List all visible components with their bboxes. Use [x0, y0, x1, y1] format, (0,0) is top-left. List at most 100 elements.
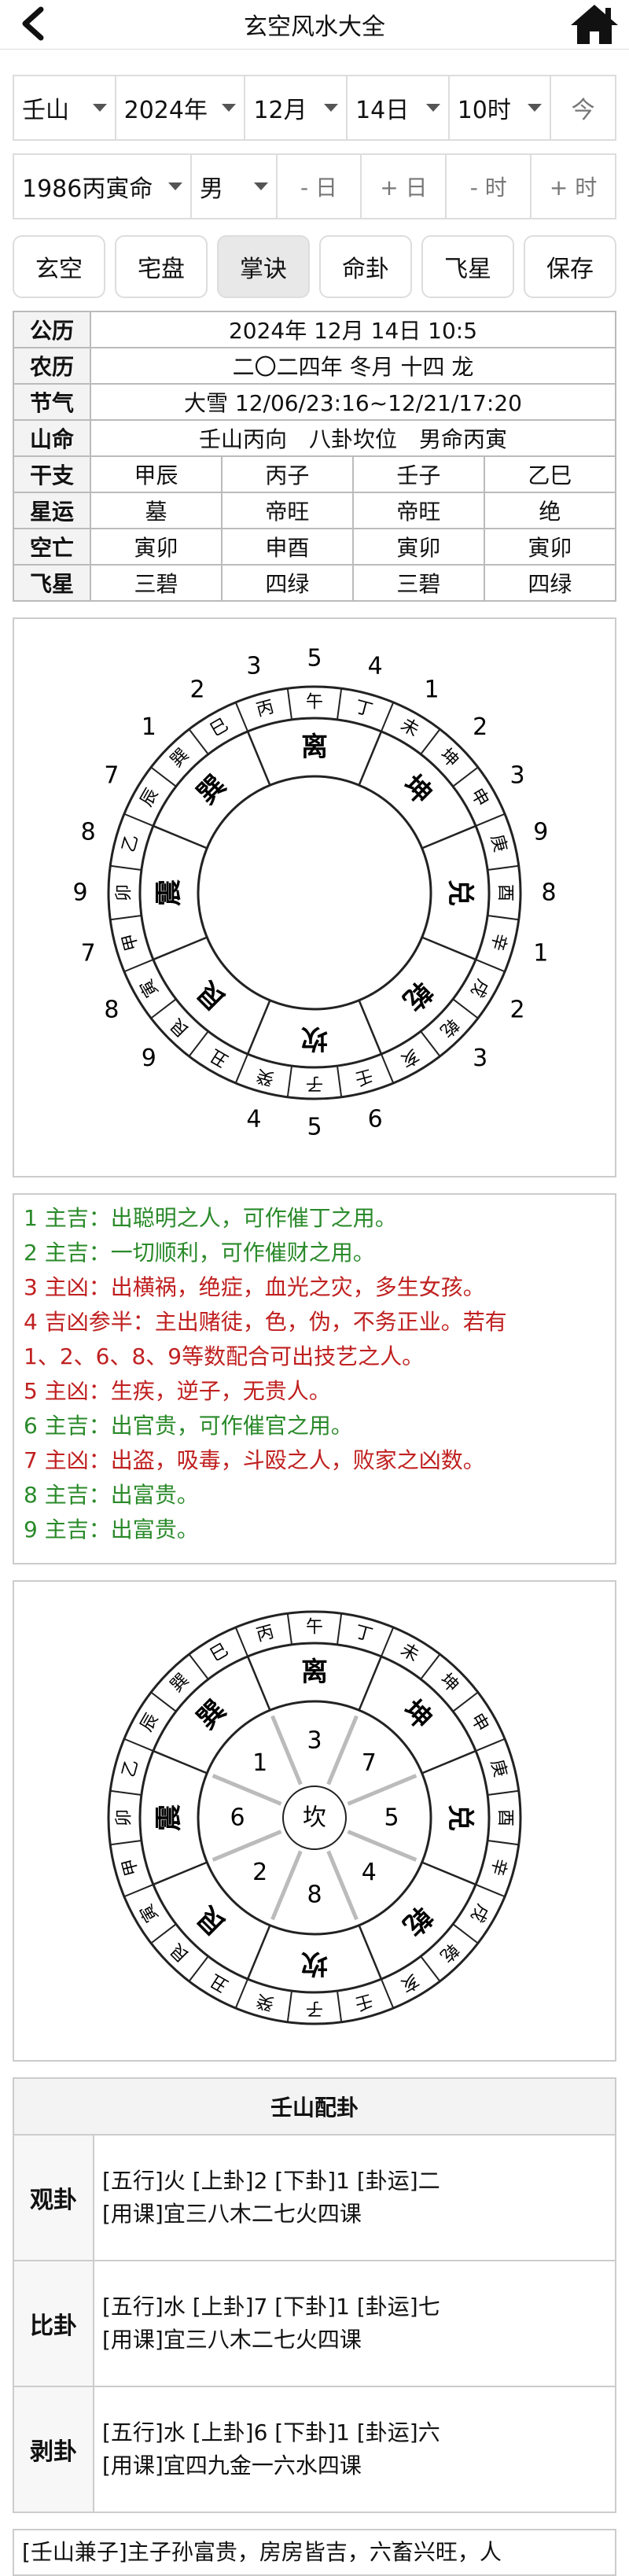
trigram-divider: [358, 731, 383, 786]
mountain-label: 寅: [137, 975, 163, 1001]
gua-line: [用课]宜三八木二七火四课: [102, 2201, 362, 2227]
feixing-cell: 三碧: [351, 564, 485, 602]
mountain-divider: [452, 1923, 479, 1944]
outer-number: 8: [541, 879, 556, 907]
table-row: 空亡 寅卯 申酉 寅卯 寅卯: [13, 528, 617, 566]
mountain-label: 乾: [436, 1939, 462, 1965]
reading-line: 7 主凶：出盗，吸毒，斗殴之人，败家之凶数。: [24, 1447, 485, 1473]
trigram-divider: [358, 1656, 383, 1711]
trigram-label: 艮: [190, 975, 232, 1016]
mountain-divider: [188, 728, 209, 755]
month-select[interactable]: 12月: [245, 76, 348, 139]
outer-number: 2: [510, 997, 525, 1024]
mountain-label: 丑: [207, 1045, 232, 1071]
mountain-label: 壬: [353, 1065, 375, 1089]
mountain-label: 癸: [254, 1990, 276, 2014]
gua-line: [五行]火 [上卦]2 [下卦]1 [卦运]二: [102, 2168, 440, 2194]
mountain-label: 亥: [397, 1970, 422, 1996]
inner-spoke: [326, 1715, 359, 1786]
mountain-divider: [188, 1955, 209, 1982]
hour-minus-button[interactable]: - 时: [447, 155, 532, 218]
shanming-value: 壬山丙向 八卦坎位 男命丙寅: [90, 419, 616, 457]
hour-select[interactable]: 10时: [450, 76, 552, 139]
day-plus-button[interactable]: + 日: [362, 155, 447, 218]
table-row: 观卦 [五行]火 [上卦]2 [下卦]1 [卦运]二 [用课]宜三八木二七火四课: [13, 2134, 616, 2261]
inner-spoke: [212, 1774, 282, 1806]
mountain-divider: [336, 1990, 343, 2022]
mountain-label: 癸: [254, 1065, 276, 1089]
reading-line: 8 主吉：出富贵。: [24, 1482, 199, 1508]
mountain-label: 未: [397, 1640, 422, 1666]
mountain-label: 午: [306, 693, 323, 713]
gua-name: 观卦: [13, 2134, 94, 2261]
birth-year-select[interactable]: 1986丙寅命: [14, 155, 192, 218]
reading-line: 1 主吉：出聪明之人，可作催丁之用。: [24, 1205, 397, 1231]
gender-select[interactable]: 男: [192, 155, 278, 218]
feixing-button[interactable]: 飞星: [421, 235, 514, 298]
mountain-divider: [420, 1030, 441, 1057]
outer-number: 8: [104, 997, 119, 1024]
mountain-label: 丁: [353, 1622, 375, 1645]
mountain-label: 亥: [397, 1045, 422, 1071]
hour-plus-button[interactable]: + 时: [532, 155, 615, 218]
outer-number: 9: [533, 818, 548, 846]
mountain-divider: [381, 1978, 395, 2009]
outer-number: 1: [424, 676, 439, 703]
mountain-label: 酉: [495, 1809, 515, 1826]
inner-spoke: [212, 1830, 282, 1862]
gua-name: 比卦: [13, 2260, 94, 2387]
table-row: 农历 二〇二四年 冬月 十四 龙: [13, 347, 616, 385]
zhaipan-button[interactable]: 宅盘: [115, 235, 208, 298]
flying-star-panel: 午丁未坤申庚酉辛戌乾亥壬子癸丑艮寅甲卯乙辰巽巳丙离坤兑乾坎艮震巽坎3754826…: [13, 1580, 616, 2062]
reading-line: 4 吉凶参半：主出赌徒，色，伪，不务正业。若有: [24, 1309, 507, 1335]
gua-detail: [五行]火 [上卦]2 [下卦]1 [卦运]二 [用课]宜三八木二七火四课: [93, 2134, 616, 2261]
save-button[interactable]: 保存: [524, 235, 616, 298]
mountain-label: 坤: [436, 1670, 462, 1696]
today-button[interactable]: 今: [551, 76, 615, 139]
outer-number: 5: [307, 1114, 322, 1141]
mountain-label: 丙: [254, 1622, 276, 1645]
center-label: 坎: [303, 1804, 326, 1832]
outer-number: 3: [473, 1045, 487, 1072]
back-icon[interactable]: [16, 6, 50, 41]
mountain-divider: [487, 864, 519, 872]
inner-spoke: [347, 1830, 417, 1862]
mountain-divider: [475, 959, 506, 973]
mountain-label: 卯: [115, 1809, 134, 1826]
table-row: 剥卦 [五行]水 [上卦]6 [下卦]1 [卦运]六 [用课]宜四九金一六水四课: [13, 2386, 616, 2513]
mountain-divider: [286, 1990, 293, 2022]
mountain-select[interactable]: 壬山: [14, 76, 116, 139]
mountain-label: 酉: [495, 884, 515, 901]
mountain-divider: [475, 1738, 506, 1752]
minggua-button[interactable]: 命卦: [319, 235, 412, 298]
row-label: 山命: [13, 419, 91, 457]
gongli-value: 2024年 12月 14日 10:5: [90, 311, 616, 348]
trigram-divider: [246, 731, 271, 786]
year-select[interactable]: 2024年: [116, 76, 246, 139]
day-minus-button[interactable]: - 日: [278, 155, 362, 218]
mountain-label: 巳: [207, 1640, 232, 1666]
trigram-label: 兑: [444, 1804, 476, 1831]
table-row: 公历 2024年 12月 14日 10:5: [13, 311, 616, 348]
zhangjue-button[interactable]: 掌诀: [217, 235, 310, 298]
jieqi-value: 大雪 12/06/23:16~12/21/17:20: [90, 383, 616, 421]
day-select[interactable]: 14日: [348, 76, 450, 139]
mountain-divider: [336, 1065, 343, 1097]
mountain-divider: [150, 1923, 177, 1944]
mountain-divider: [150, 998, 177, 1019]
ganzhi-cell: 丙子: [220, 455, 354, 493]
inner-spoke: [270, 1715, 303, 1786]
table-row: 飞星 三碧 四绿 三碧 四绿: [13, 564, 617, 602]
home-icon[interactable]: [569, 3, 620, 46]
top-bar: 玄空风水大全: [0, 0, 629, 50]
mountain-label: 辰: [137, 1710, 163, 1735]
xuankong-button[interactable]: 玄空: [13, 235, 105, 298]
table-row: 节气 大雪 12/06/23:16~12/21/17:20: [13, 383, 616, 421]
trigram-label: 巽: [191, 769, 232, 810]
gua-name: 剥卦: [13, 2386, 94, 2513]
gua-detail: [五行]水 [上卦]6 [下卦]1 [卦运]六 [用课]宜四九金一六水四课: [93, 2386, 616, 2513]
inner-spoke: [347, 1774, 417, 1806]
mountain-divider: [188, 1030, 209, 1057]
inner-number: 5: [384, 1804, 399, 1832]
mountain-label: 乾: [436, 1014, 462, 1040]
